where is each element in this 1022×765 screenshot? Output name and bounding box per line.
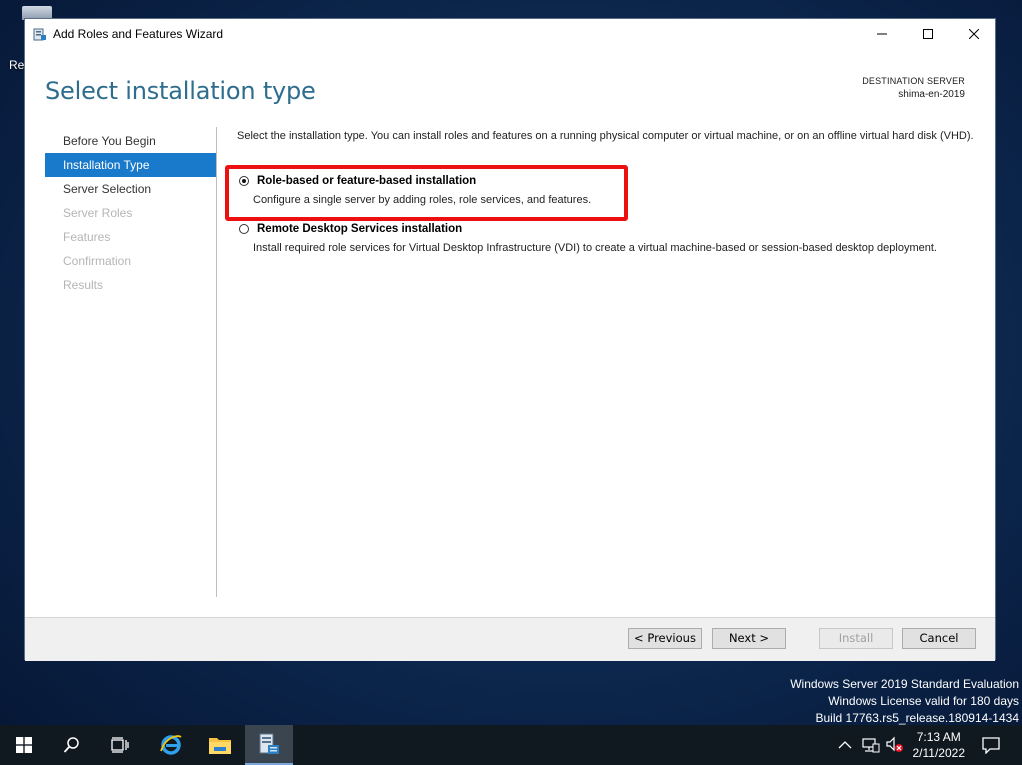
show-hidden-icons-button[interactable] [838, 725, 852, 765]
destination-server-name: shima-en-2019 [898, 89, 965, 100]
recycle-bin-label: Re [9, 58, 25, 72]
volume-tray-button[interactable] [885, 725, 905, 765]
nav-item-confirmation: Confirmation [63, 254, 132, 268]
start-button[interactable] [0, 725, 48, 765]
notification-icon [982, 737, 1000, 754]
watermark-license: Windows License valid for 180 days [828, 694, 1019, 708]
maximize-button[interactable] [905, 19, 951, 49]
nav-divider [216, 127, 217, 597]
server-manager-icon [33, 28, 46, 41]
radio-remote-desktop[interactable] [239, 224, 249, 234]
nav-item-before-you-begin[interactable]: Before You Begin [45, 129, 216, 153]
wizard-footer: < Previous Next > Install Cancel [25, 617, 995, 661]
chevron-up-icon [838, 741, 852, 749]
server-manager-taskbar-button[interactable] [245, 725, 293, 765]
watermark-edition: Windows Server 2019 Standard Evaluation [790, 677, 1019, 691]
taskbar: 7:13 AM 2/11/2022 [0, 725, 1022, 765]
taskbar-clock[interactable]: 7:13 AM 2/11/2022 [913, 729, 966, 761]
folder-icon [209, 738, 231, 754]
content-panel: Select the installation type. You can in… [237, 129, 987, 254]
network-tray-button[interactable] [862, 725, 880, 765]
volume-muted-icon [886, 736, 903, 752]
server-manager-icon [259, 733, 279, 754]
wizard-window: Add Roles and Features Wizard Select ins… [24, 18, 996, 661]
wizard-nav: Before You Begin Installation Type Serve… [45, 129, 216, 297]
nav-item-features: Features [63, 230, 111, 244]
nav-item-server-selection[interactable]: Server Selection [45, 177, 216, 201]
action-center-button[interactable] [982, 725, 1000, 765]
title-bar[interactable]: Add Roles and Features Wizard [25, 19, 995, 49]
annotation-highlight-box [225, 165, 628, 221]
previous-button[interactable]: < Previous [628, 628, 702, 649]
close-icon [969, 29, 979, 39]
network-icon [862, 738, 880, 753]
minimize-icon [877, 33, 887, 35]
nav-item-server-roles: Server Roles [63, 206, 133, 220]
nav-item-installation-type[interactable]: Installation Type [45, 153, 216, 177]
windows-watermark: Windows Server 2019 Standard Evaluation … [790, 676, 1019, 727]
option-remote-desktop-title[interactable]: Remote Desktop Services installation [257, 223, 462, 235]
maximize-icon [923, 29, 933, 39]
windows-logo-icon [16, 737, 32, 753]
install-button: Install [819, 628, 893, 649]
intro-text: Select the installation type. You can in… [237, 130, 974, 142]
internet-explorer-icon [160, 735, 182, 755]
task-view-button[interactable] [96, 725, 144, 765]
clock-date: 2/11/2022 [912, 746, 966, 760]
nav-item-results: Results [63, 278, 104, 292]
search-button[interactable] [48, 725, 96, 765]
destination-server-label: DESTINATION SERVER [862, 76, 965, 86]
option-remote-desktop-desc: Install required role services for Virtu… [253, 242, 937, 254]
clock-time: 7:13 AM [916, 730, 961, 744]
file-explorer-button[interactable] [196, 725, 244, 765]
cancel-button[interactable]: Cancel [902, 628, 976, 649]
next-button[interactable]: Next > [712, 628, 786, 649]
window-title: Add Roles and Features Wizard [53, 27, 224, 41]
search-icon [63, 737, 79, 753]
internet-explorer-button[interactable] [147, 725, 195, 765]
page-title: Select installation type [45, 77, 316, 105]
task-view-icon [111, 737, 129, 753]
minimize-button[interactable] [859, 19, 905, 49]
close-button[interactable] [951, 19, 997, 49]
